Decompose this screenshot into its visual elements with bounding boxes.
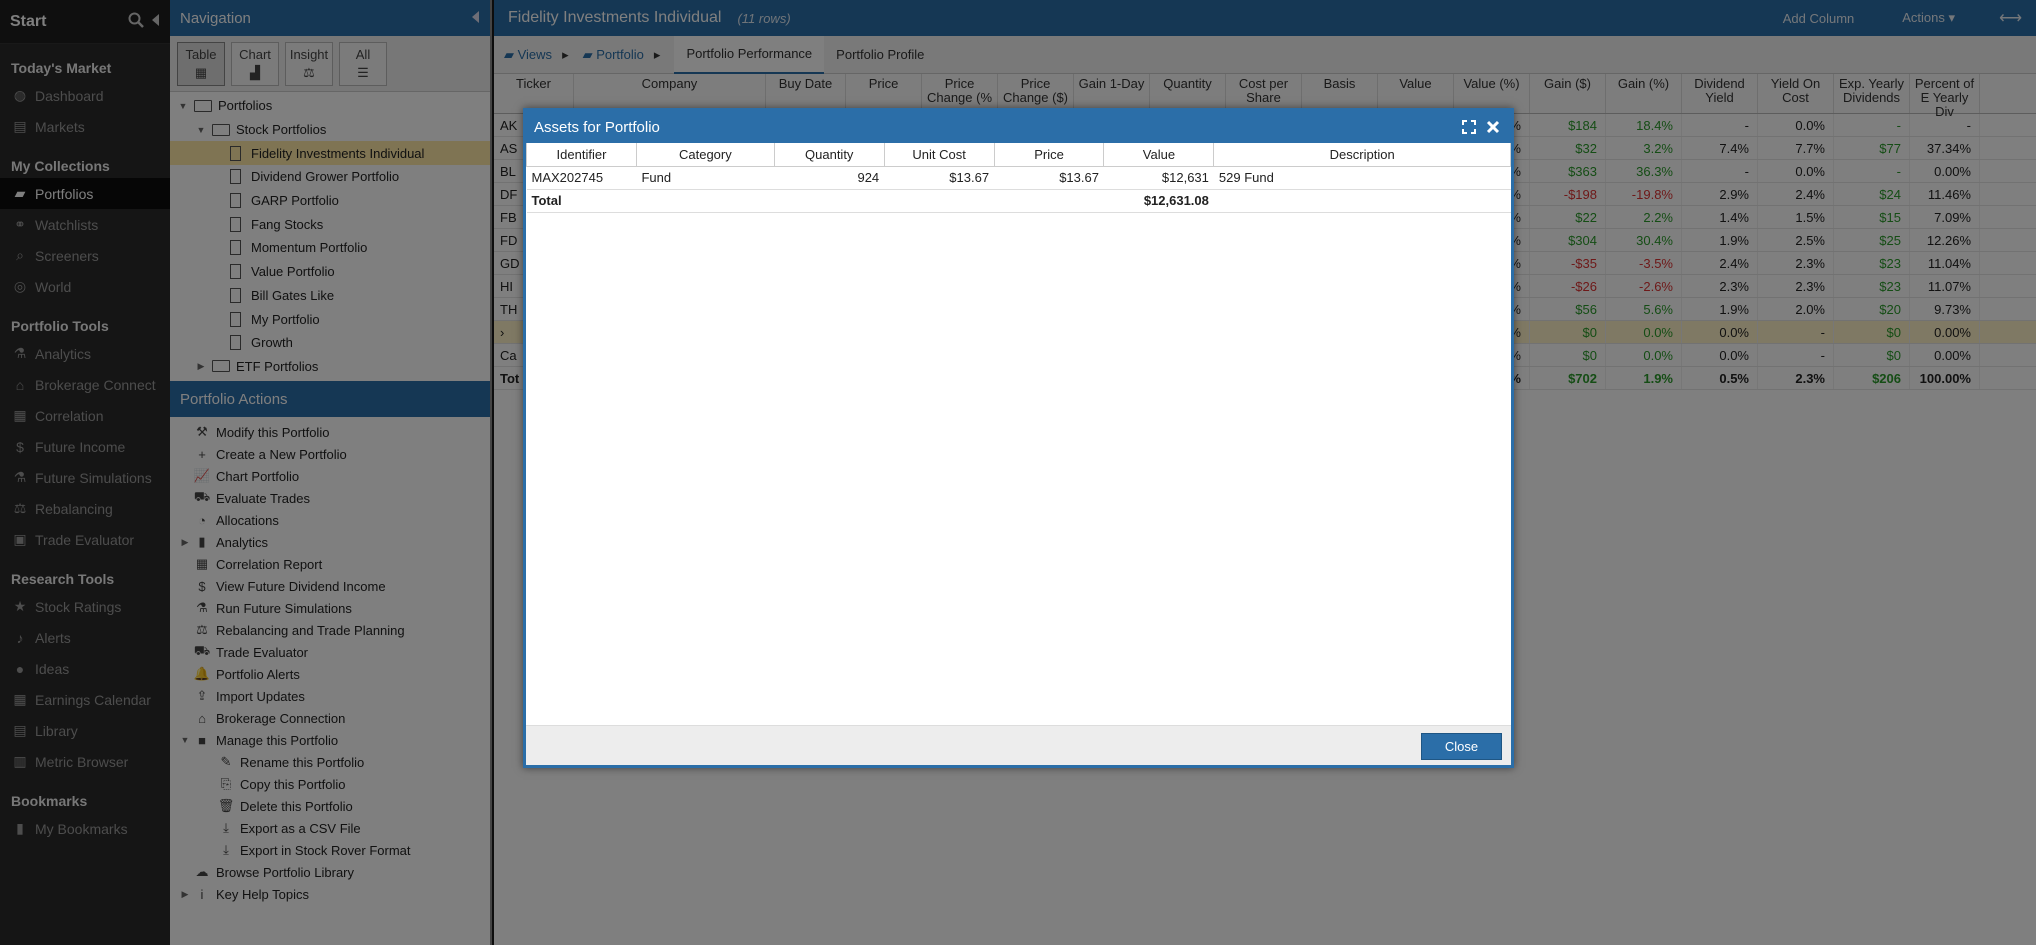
close-icon[interactable]: [1483, 117, 1503, 137]
total-label: Total: [526, 189, 637, 213]
asset-cell-category: Fund: [636, 166, 775, 190]
dialog-header: Assets for Portfolio: [526, 111, 1511, 143]
asset-cell-price: $13.67: [994, 166, 1104, 190]
asset-cell-identifier: MAX202745: [526, 166, 637, 190]
assets-column-header[interactable]: Identifier: [526, 143, 637, 167]
assets-column-header[interactable]: Category: [635, 143, 775, 167]
total-row: Total $12,631.08: [526, 189, 1511, 213]
table-cell: [636, 189, 775, 213]
assets-dialog: Assets for Portfolio Identifier Category Q…: [523, 108, 1514, 768]
asset-cell-value: $12,631: [1103, 166, 1214, 190]
close-button[interactable]: Close: [1421, 733, 1502, 760]
asset-cell-description: 529 Fund: [1213, 166, 1511, 190]
table-cell: [774, 189, 885, 213]
table-cell: [1213, 189, 1511, 213]
assets-column-header[interactable]: Description: [1213, 143, 1511, 167]
assets-column-header[interactable]: Quantity: [773, 143, 885, 167]
asset-row[interactable]: MAX202745 Fund 924 $13.67 $13.67 $12,631 529 F…: [526, 166, 1511, 190]
assets-column-header[interactable]: Price: [993, 143, 1105, 167]
app-root: Start Today's Market◍Dashboard▤MarketsMy…: [0, 0, 2036, 945]
assets-table: Identifier Category Quantity Unit Cost Price…: [526, 143, 1511, 213]
assets-table-body: MAX202745 Fund 924 $13.67 $13.67 $12,631 529 F…: [526, 166, 1511, 213]
maximize-icon[interactable]: [1459, 117, 1479, 137]
dialog-title: Assets for Portfolio: [534, 118, 660, 136]
table-cell: [994, 189, 1104, 213]
assets-column-header[interactable]: Unit Cost: [883, 143, 995, 167]
asset-cell-unit-cost: $13.67: [884, 166, 995, 190]
table-cell: [884, 189, 995, 213]
assets-table-header: Identifier Category Quantity Unit Cost Price…: [526, 143, 1511, 167]
assets-column-header[interactable]: Value: [1103, 143, 1215, 167]
asset-cell-quantity: 924: [774, 166, 885, 190]
total-value: $12,631.08: [1103, 189, 1214, 213]
dialog-footer: Close: [526, 725, 1511, 765]
